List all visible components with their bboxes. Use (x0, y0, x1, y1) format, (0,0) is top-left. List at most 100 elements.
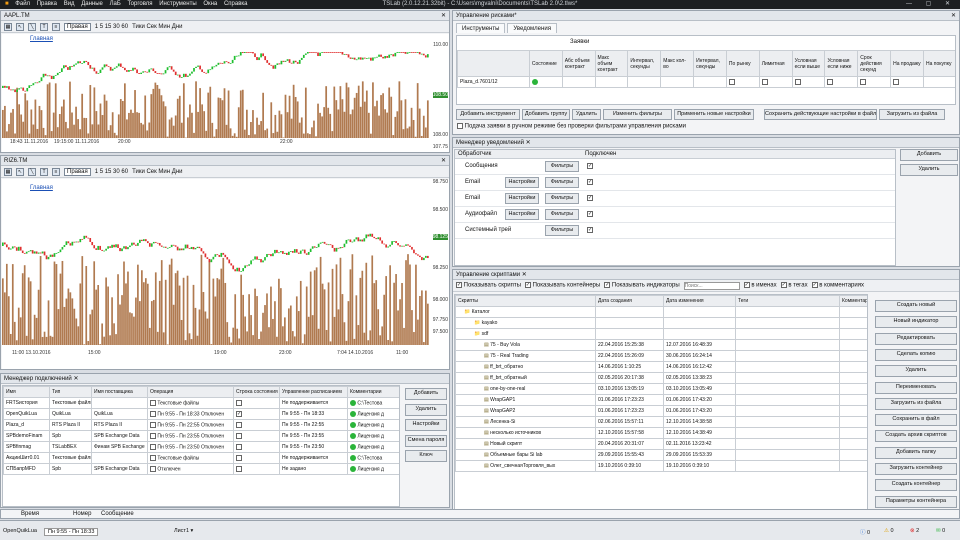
connection-row[interactable]: FRTSистория Текстовые файлы Текстовые фай… (3, 397, 399, 409)
connected-check[interactable]: ✓ (587, 163, 593, 169)
timeframe-buttons[interactable]: 1 5 15 30 60 (95, 24, 128, 30)
connected-check[interactable]: ✓ (587, 211, 593, 217)
menu-view[interactable]: Вид (64, 1, 75, 7)
close-icon[interactable]: ✕ (522, 272, 527, 278)
script-row[interactable]: ▤ WrapGAP1 01.06.2016 17:23:23 01.06.2016 … (455, 394, 867, 406)
connection-row[interactable]: СПБапрМFD Spb SPB Exchange Data Отключен Не… (3, 463, 399, 475)
message-count[interactable]: ✉ 0 (936, 528, 945, 534)
risk-check[interactable] (857, 76, 892, 88)
chart-tab[interactable]: AAPL.TM ✕ (1, 11, 449, 21)
menu-file[interactable]: Файл (15, 1, 30, 7)
script-row[interactable]: 📁 kayako (455, 317, 867, 329)
tick-buttons[interactable]: Тики Сек Мин Дни (132, 24, 182, 30)
notify-add-button[interactable]: Добавить (900, 149, 958, 161)
notify-row[interactable]: Аудиофайл Настройки Фильтры ✓ (455, 207, 895, 223)
risk-button[interactable]: Применить новые настройки (674, 109, 754, 120)
menu-help[interactable]: Справка (224, 1, 248, 7)
risk-cell[interactable] (561, 76, 596, 88)
menu-edit[interactable]: Правка (37, 1, 57, 7)
risk-cell[interactable] (660, 76, 695, 88)
risk-cell[interactable] (627, 76, 662, 88)
menu-lab[interactable]: ЛаБ (110, 1, 121, 7)
close-icon[interactable]: ✕ (73, 376, 78, 382)
search-input[interactable] (683, 281, 740, 290)
filters-button[interactable]: Фильтры (545, 209, 579, 220)
close-icon[interactable]: ✕ (441, 156, 446, 166)
conn-button[interactable]: Настройки (405, 419, 447, 431)
cursor-icon[interactable]: ↖ (16, 167, 24, 176)
window-controls[interactable]: — ▢ ✕ (906, 0, 956, 9)
script-action-button[interactable]: Сделать копию (875, 348, 957, 361)
connection-row[interactable]: OpenQuikLua QuikLua QuikLua Пн 9:55 - Пн 1… (3, 408, 399, 420)
position-select[interactable]: Правая (64, 167, 91, 176)
script-action-button[interactable]: Создать новый (875, 300, 957, 312)
chart-tab[interactable]: RIZ6.TM ✕ (1, 156, 449, 166)
conn-schedule[interactable]: Не поддерживается (279, 452, 348, 464)
filters-button[interactable]: Фильтры (545, 193, 579, 204)
script-row[interactable]: ▤ ff_brt_обратный 02.05.2016 20:17:38 02.0… (455, 372, 867, 384)
settings-button[interactable]: Настройки (505, 193, 539, 204)
close-icon[interactable]: ✕ (526, 140, 531, 146)
connection-row[interactable]: SPBfinmag TSLabBEX Финам SPB Exchange Пн 9… (3, 441, 399, 453)
text-icon[interactable]: T (40, 167, 48, 176)
connected-check[interactable]: ✓ (587, 195, 593, 201)
sheet-tab[interactable]: Лист1 ▾ (174, 528, 193, 534)
tab-instruments[interactable]: Инструменты (456, 23, 506, 33)
risk-cell[interactable] (693, 76, 727, 88)
script-row[interactable]: ▤ one-by-one-real 03.10.2016 13:05:19 03.1… (455, 383, 867, 395)
script-action-button[interactable]: Удалить (875, 365, 957, 378)
script-row[interactable]: ▤ Новый скрипт 20.04.2016 20:31:07 02.11.2… (455, 438, 867, 450)
conn-schedule[interactable]: Пн 9:55 - Пн 23:55 (279, 430, 348, 442)
connection-row[interactable]: АкцииШит0.01 Текстовые файлы Текстовые фа… (3, 452, 399, 464)
risk-button[interactable]: Добавить группу (522, 109, 570, 120)
conn-state[interactable] (233, 419, 280, 431)
risk-button[interactable]: Удалить (572, 109, 601, 120)
conn-button[interactable]: Удалить (405, 403, 447, 416)
conn-state[interactable]: ✓ (233, 408, 280, 420)
script-row[interactable]: ▤ Олег_свечнаяТорговля_вых 19.10.2016 0:3… (455, 460, 867, 472)
script-row[interactable]: ▤ ff_brt_обратно 14.06.2016 1:10:25 14.06.… (455, 361, 867, 373)
script-action-button[interactable]: Создать контейнер (875, 479, 957, 492)
notify-row[interactable]: Email Настройки Фильтры ✓ (455, 191, 895, 207)
conn-state[interactable] (233, 463, 280, 475)
conn-button[interactable]: Добавить (405, 388, 447, 400)
script-row[interactable]: 📁 sdf (455, 328, 867, 340)
info-count[interactable]: ⓘ 0 (860, 528, 870, 536)
cursor-icon[interactable]: ↖ (16, 22, 24, 31)
conn-button[interactable]: Ключ (405, 450, 447, 462)
script-row[interactable]: ▤ несколько источников 12.10.2016 15:57:5… (455, 427, 867, 439)
filters-button[interactable]: Фильтры (545, 161, 579, 172)
script-action-button[interactable]: Сохранить в файл (875, 414, 957, 427)
menu-data[interactable]: Данные (81, 1, 103, 7)
script-action-button[interactable]: Переименовать (875, 381, 957, 394)
toggle-containers[interactable]: ✓ Показывать контейнеры (524, 282, 600, 289)
conn-schedule[interactable]: Пн 9:55 - Пн 22:55 (279, 419, 348, 431)
tick-buttons[interactable]: Тики Сек Мин Дни (132, 169, 182, 175)
notify-row[interactable]: Email Настройки Фильтры ✓ (455, 175, 895, 191)
trendline-icon[interactable]: ╲ (28, 22, 36, 31)
risk-button[interactable]: Загрузить из файла (879, 109, 945, 120)
menu-tools[interactable]: Инструменты (159, 1, 196, 7)
risk-cell[interactable] (594, 76, 629, 88)
filter-tags[interactable]: ✓ в тегах (780, 282, 808, 289)
risk-button[interactable]: Сохранить действующие настройки в файл (764, 109, 877, 120)
menu-trading[interactable]: Торговля (127, 1, 152, 7)
connection-row[interactable]: Plaza_d RTS Plaza II RTS Plaza II Пн 9:55 … (3, 419, 399, 431)
close-icon[interactable]: ✕ (951, 11, 956, 21)
conn-schedule[interactable]: Пн 9:55 - Пн 18:33 (279, 408, 348, 420)
error-count[interactable]: ⊗ 2 (910, 528, 919, 534)
script-action-button[interactable]: Загрузить из файла (875, 397, 957, 410)
notify-row[interactable]: Системный трей Фильтры ✓ (455, 223, 895, 239)
filter-names[interactable]: ✓ в именах (743, 282, 777, 289)
filter-comments[interactable]: ✓ в комментариях (811, 282, 864, 289)
conn-state[interactable] (233, 452, 280, 464)
toggle-indicators[interactable]: ✓ Показывать индикаторы (604, 282, 680, 289)
notify-remove-button[interactable]: Удалить (900, 164, 958, 176)
price-chart[interactable]: Главная 110.00 108.50 108.00 107.75 18:4… (2, 34, 449, 152)
toggle-scripts[interactable]: ✓ Показывать скрипты (456, 282, 521, 289)
conn-state[interactable] (233, 441, 280, 453)
risk-button[interactable]: Добавить инструмент (456, 109, 520, 120)
warning-count[interactable]: ⚠ 0 (884, 528, 894, 534)
settings-button[interactable]: Настройки (505, 177, 539, 188)
connected-check[interactable]: ✓ (587, 227, 593, 233)
